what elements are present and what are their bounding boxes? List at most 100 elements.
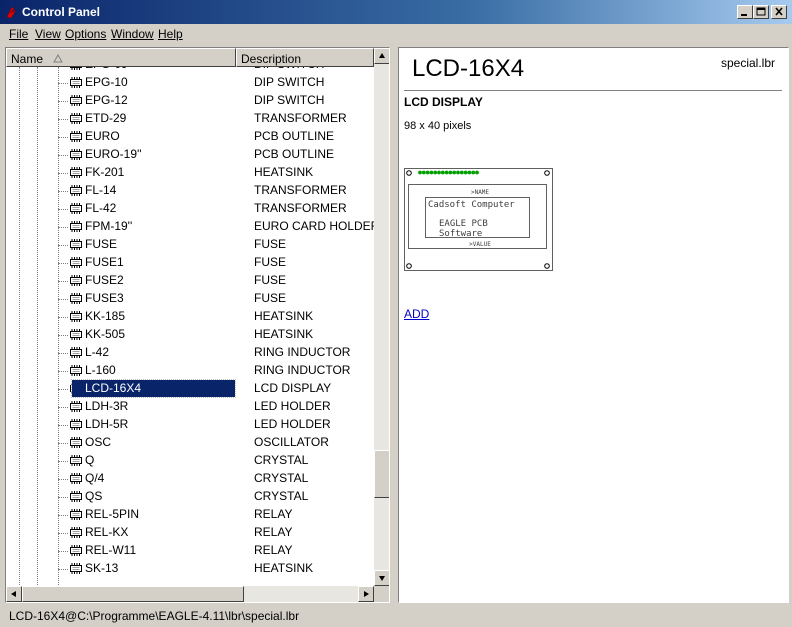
device-row[interactable]: L-160 RING INDUCTOR xyxy=(6,362,374,380)
horizontal-scrollbar[interactable] xyxy=(6,586,374,602)
device-name: EURO xyxy=(85,129,120,143)
title-bar[interactable]: Control Panel xyxy=(0,0,792,24)
device-row[interactable]: ETD-29 TRANSFORMER xyxy=(6,110,374,128)
device-row[interactable]: REL-KX RELAY xyxy=(6,524,374,542)
scroll-down-button[interactable] xyxy=(374,570,389,586)
arrow-down-icon xyxy=(379,576,385,581)
device-row[interactable]: LCD-16X4 LCD DISPLAY xyxy=(6,379,374,398)
device-row[interactable]: EPG-09 DIP SWITCH xyxy=(6,67,374,74)
device-row[interactable]: LDH-3R LED HOLDER xyxy=(6,398,374,416)
device-name: FUSE3 xyxy=(85,291,124,305)
tree-connector xyxy=(58,119,68,120)
maximize-icon xyxy=(756,7,766,16)
device-description: CRYSTAL xyxy=(254,471,309,485)
device-description: LED HOLDER xyxy=(254,417,331,431)
device-row[interactable]: Q CRYSTAL xyxy=(6,452,374,470)
horizontal-scroll-thumb[interactable] xyxy=(22,586,244,602)
device-row[interactable]: OSC OSCILLATOR xyxy=(6,434,374,452)
menu-file[interactable]: File xyxy=(9,27,28,41)
device-name: OSC xyxy=(85,435,112,449)
tree-connector xyxy=(58,443,68,444)
eagle-app-icon xyxy=(6,6,17,19)
device-row[interactable]: EPG-12 DIP SWITCH xyxy=(6,92,374,110)
device-detail-pane: LCD-16X4 special.lbr LCD DISPLAY 98 x 40… xyxy=(398,47,789,603)
device-dimensions: 98 x 40 pixels xyxy=(404,120,472,132)
device-row[interactable]: EURO PCB OUTLINE xyxy=(6,128,374,146)
scrollbar-corner xyxy=(374,586,389,602)
device-row[interactable]: REL-W11 RELAY xyxy=(6,542,374,560)
device-row[interactable]: KK-505 HEATSINK xyxy=(6,326,374,344)
device-row[interactable]: LDH-5R LED HOLDER xyxy=(6,416,374,434)
device-name: KK-505 xyxy=(85,327,126,341)
device-name: REL-W11 xyxy=(85,543,137,557)
device-row[interactable]: FK-201 HEATSINK xyxy=(6,164,374,182)
device-row[interactable]: FPM-19'' EURO CARD HOLDER xyxy=(6,218,374,236)
add-link[interactable]: ADD xyxy=(404,307,429,321)
device-row[interactable]: FUSE1 FUSE xyxy=(6,254,374,272)
tree-connector xyxy=(58,245,68,246)
package-pad xyxy=(421,170,426,175)
device-description: RELAY xyxy=(254,507,293,521)
device-row[interactable]: SK-13 HEATSINK xyxy=(6,560,374,578)
device-description: PCB OUTLINE xyxy=(254,129,335,143)
device-name: FK-201 xyxy=(85,165,125,179)
tree-connector xyxy=(58,569,68,570)
device-description: HEATSINK xyxy=(254,309,314,323)
device-description: FUSE xyxy=(254,237,287,251)
device-row[interactable]: FUSE2 FUSE xyxy=(6,272,374,290)
device-row[interactable]: FUSE FUSE xyxy=(6,236,374,254)
device-row[interactable]: QS CRYSTAL xyxy=(6,488,374,506)
device-name: L-160 xyxy=(85,363,116,377)
vertical-scrollbar[interactable] xyxy=(374,48,389,586)
device-name: EPG-12 xyxy=(85,93,128,107)
menu-view[interactable]: View xyxy=(35,27,61,41)
tree-connector xyxy=(58,263,68,264)
close-button[interactable] xyxy=(771,5,787,19)
device-row[interactable]: EPG-10 DIP SWITCH xyxy=(6,74,374,92)
menu-view-label: View xyxy=(35,27,61,41)
package-pad xyxy=(425,170,430,175)
maximize-button[interactable] xyxy=(753,5,769,19)
column-header-name[interactable]: Name xyxy=(6,48,236,67)
device-row[interactable]: FUSE3 FUSE xyxy=(6,290,374,308)
device-name: LDH-5R xyxy=(85,417,129,431)
package-pad xyxy=(467,170,472,175)
vertical-scroll-thumb[interactable] xyxy=(374,450,389,498)
tree-connector xyxy=(58,281,68,282)
tree-connector xyxy=(58,335,68,336)
device-row[interactable]: Q/4 CRYSTAL xyxy=(6,470,374,488)
menu-options[interactable]: Options xyxy=(65,27,106,41)
device-row[interactable]: EURO-19'' PCB OUTLINE xyxy=(6,146,374,164)
menu-file-label: File xyxy=(9,27,29,41)
device-name: REL-KX xyxy=(85,525,129,539)
device-category: LCD DISPLAY xyxy=(404,95,483,109)
device-name: Q/4 xyxy=(85,471,105,485)
device-row[interactable]: L-42 RING INDUCTOR xyxy=(6,344,374,362)
device-name: FL-42 xyxy=(85,201,117,215)
device-description: RING INDUCTOR xyxy=(254,345,351,359)
device-row[interactable]: REL-5PIN RELAY xyxy=(6,506,374,524)
device-description: RELAY xyxy=(254,543,293,557)
menu-window[interactable]: Window xyxy=(111,27,154,41)
device-name: FUSE1 xyxy=(85,255,124,269)
device-description: FUSE xyxy=(254,273,287,287)
device-description: EURO CARD HOLDER xyxy=(254,219,374,233)
tree-connector xyxy=(58,515,68,516)
device-row[interactable]: KK-185 HEATSINK xyxy=(6,308,374,326)
menu-help[interactable]: Help xyxy=(158,27,183,41)
device-name: LDH-3R xyxy=(85,399,129,413)
device-row[interactable]: FL-14 TRANSFORMER xyxy=(6,182,374,200)
scroll-left-button[interactable] xyxy=(6,586,22,602)
package-preview: >NAME Cadsoft Computer EAGLE PCB Softwar… xyxy=(404,168,553,271)
scroll-up-button[interactable] xyxy=(374,48,389,64)
device-description: TRANSFORMER xyxy=(254,201,347,215)
column-header-description[interactable]: Description xyxy=(236,48,374,67)
tree-connector xyxy=(58,407,68,408)
device-description: CRYSTAL xyxy=(254,489,309,503)
package-pad xyxy=(418,170,422,175)
device-name: FL-14 xyxy=(85,183,117,197)
tree-connector xyxy=(58,137,68,138)
scroll-right-button[interactable] xyxy=(358,586,374,602)
minimize-button[interactable] xyxy=(737,5,753,19)
device-row[interactable]: FL-42 TRANSFORMER xyxy=(6,200,374,218)
